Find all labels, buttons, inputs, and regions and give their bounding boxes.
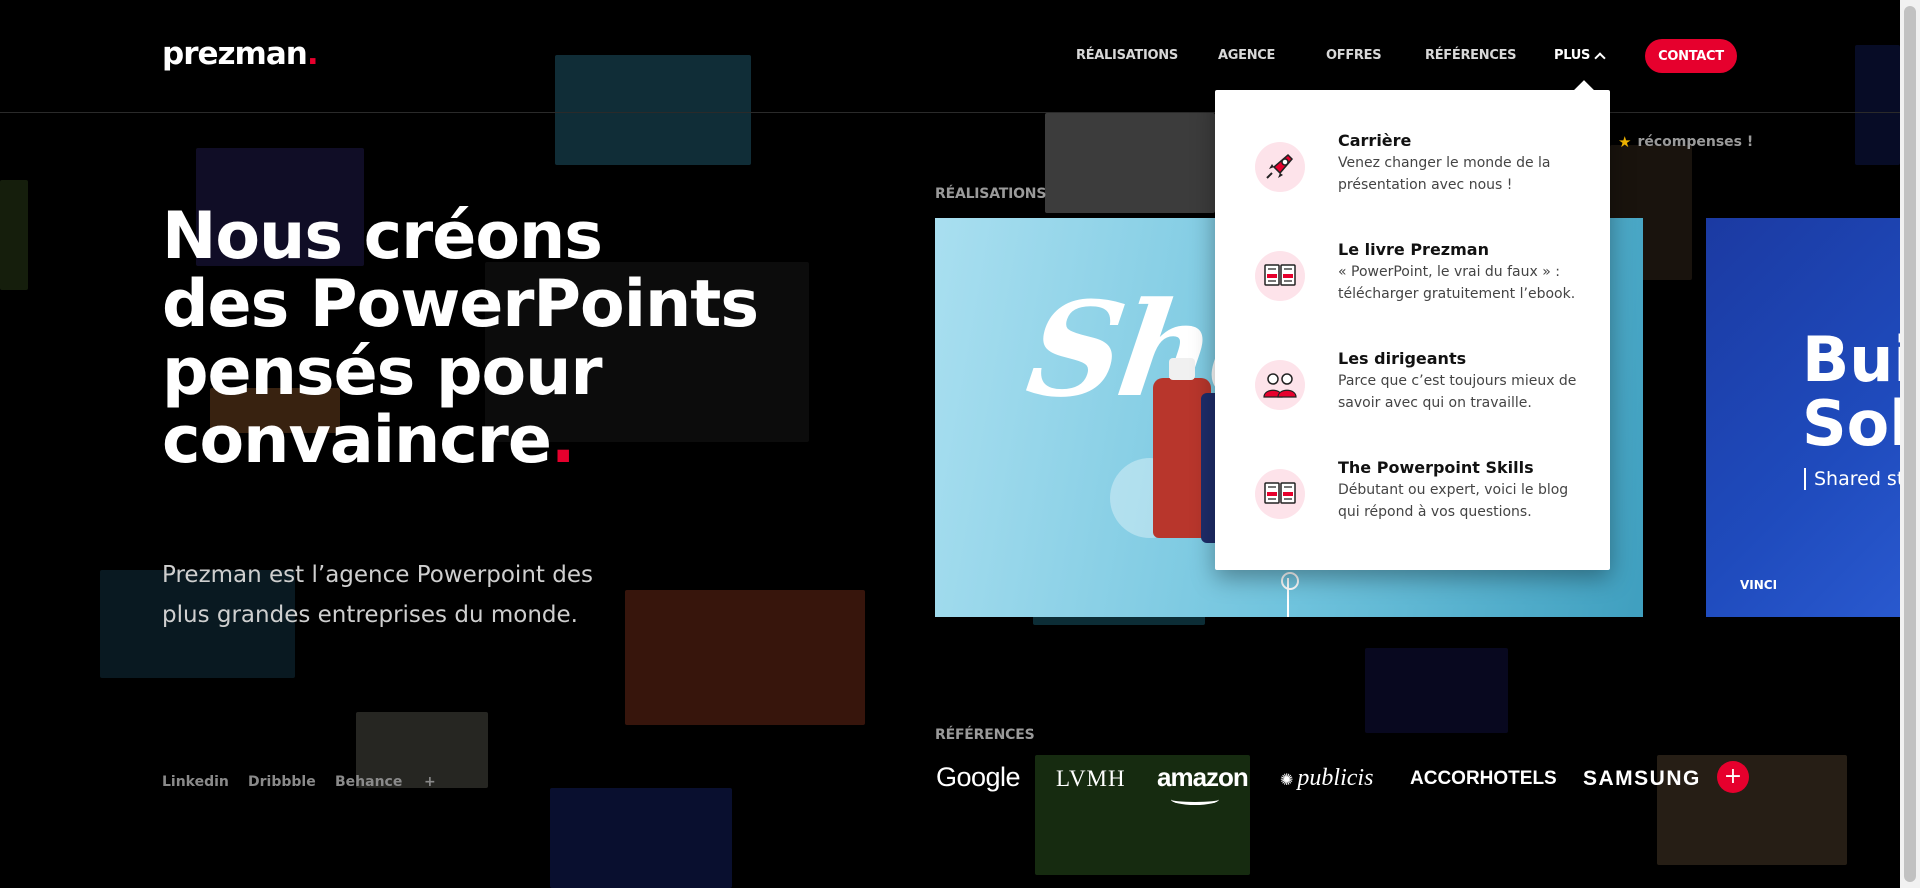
menu-item-desc-line: « PowerPoint, le vrai du faux » : xyxy=(1338,264,1560,280)
logo[interactable]: prezman. xyxy=(162,36,319,72)
menu-item-livre-prezman[interactable]: Le livre Prezman « PowerPoint, le vrai d… xyxy=(1255,239,1585,329)
bg-thumbnail xyxy=(1045,113,1215,213)
menu-item-text: Carrière Venez changer le monde de la pré… xyxy=(1338,130,1551,220)
social-behance[interactable]: Behance xyxy=(335,774,402,790)
book-icon xyxy=(1255,469,1305,519)
menu-item-dirigeants[interactable]: Les dirigeants Parce que c’est toujours … xyxy=(1255,348,1585,438)
bg-thumbnail xyxy=(1365,648,1508,733)
menu-item-title: Les dirigeants xyxy=(1338,349,1467,368)
brand-logo-amazon: amazon xyxy=(1157,762,1249,805)
plus-dropdown-menu: Carrière Venez changer le monde de la pré… xyxy=(1215,90,1610,570)
scrollbar-thumb[interactable] xyxy=(1904,6,1916,882)
menu-item-desc-line: savoir avec qui on travaille. xyxy=(1338,395,1532,411)
menu-item-desc: Parce que c’est toujours mieux de savoir … xyxy=(1338,370,1576,414)
hero-title: Nous créons des PowerPoints pensés pour … xyxy=(162,199,759,475)
brand-logo-lvmh: LVMH xyxy=(1056,766,1126,791)
contact-button[interactable]: CONTACT xyxy=(1645,39,1737,73)
menu-item-desc-line: présentation avec nous ! xyxy=(1338,177,1513,193)
bg-thumbnail xyxy=(0,180,28,290)
nav-agence[interactable]: AGENCE xyxy=(1218,48,1275,63)
menu-item-title: Le livre Prezman xyxy=(1338,240,1489,259)
realisations-label: RÉALISATIONS xyxy=(935,186,1047,202)
menu-item-carriere[interactable]: Carrière Venez changer le monde de la pré… xyxy=(1255,130,1585,220)
menu-item-title: The Powerpoint Skills xyxy=(1338,458,1534,477)
brand-logo-accorhotels: ACCORHOTELS xyxy=(1410,768,1557,789)
bg-thumbnail xyxy=(555,55,751,165)
awards-label: récompenses ! xyxy=(1637,134,1754,150)
logo-dot: . xyxy=(306,36,319,72)
menu-item-desc-line: Parce que c’est toujours mieux de xyxy=(1338,373,1577,389)
card-subtitle: Shared st xyxy=(1804,468,1904,490)
nav-offres[interactable]: OFFRES xyxy=(1326,48,1382,63)
menu-item-desc-line: télécharger gratuitement l’ebook. xyxy=(1338,286,1576,302)
card-brand-logo: VINCI xyxy=(1740,578,1778,592)
hero-line: convaincre xyxy=(162,403,552,478)
hero-line: des PowerPoints xyxy=(162,267,759,342)
awards-link[interactable]: ★ récompenses ! xyxy=(1618,133,1753,151)
menu-item-title: Carrière xyxy=(1338,131,1412,150)
card-title-line: Bui xyxy=(1802,323,1915,396)
menu-item-text: Le livre Prezman « PowerPoint, le vrai d… xyxy=(1338,239,1575,329)
bg-thumbnail xyxy=(550,788,732,888)
hero-dot: . xyxy=(550,403,576,478)
hero-line: Nous créons xyxy=(162,199,603,274)
bg-thumbnail xyxy=(1855,45,1900,165)
social-linkedin[interactable]: Linkedin xyxy=(162,774,229,790)
brand-logo-samsung: SAMSUNG xyxy=(1583,767,1701,790)
star-icon: ★ xyxy=(1618,133,1632,151)
chevron-up-icon xyxy=(1594,51,1606,64)
realisation-card[interactable]: Bui Sol Shared st VINCI xyxy=(1706,218,1920,617)
social-dribbble[interactable]: Dribbble xyxy=(248,774,316,790)
scrollbar[interactable] xyxy=(1900,0,1920,888)
nav-references[interactable]: RÉFÉRENCES xyxy=(1425,48,1517,63)
card-title: Bui Sol xyxy=(1802,328,1915,456)
menu-item-desc: Venez changer le monde de la présentation… xyxy=(1338,152,1551,196)
references-label: RÉFÉRENCES xyxy=(935,727,1035,743)
hero-line: pensés pour xyxy=(162,335,603,410)
page: prezman. RÉALISATIONS AGENCE OFFRES RÉFÉ… xyxy=(0,0,1920,888)
team-icon xyxy=(1255,360,1305,410)
brand-logo-publicis: publicis xyxy=(1280,765,1373,792)
header-divider xyxy=(0,112,1920,113)
nav-plus-label: PLUS xyxy=(1554,48,1591,63)
menu-item-desc: Débutant ou expert, voici le blog qui rép… xyxy=(1338,479,1568,523)
book-icon xyxy=(1255,251,1305,301)
rocket-icon xyxy=(1255,142,1305,192)
nav-realisations[interactable]: RÉALISATIONS xyxy=(1076,48,1178,63)
menu-item-desc-line: qui répond à vos questions. xyxy=(1338,504,1532,520)
menu-item-desc-line: Débutant ou expert, voici le blog xyxy=(1338,482,1569,498)
hero-line-last: convaincre. xyxy=(162,407,758,475)
social-more[interactable]: + xyxy=(424,774,436,790)
menu-item-desc: « PowerPoint, le vrai du faux » : télécha… xyxy=(1338,261,1575,305)
bg-thumbnail xyxy=(625,590,865,725)
menu-item-desc-line: Venez changer le monde de la xyxy=(1338,155,1551,171)
hero-lead: Prezman est l’agence Powerpoint des plus… xyxy=(162,562,593,628)
brand-logo-google: Google xyxy=(936,762,1021,792)
nav-plus[interactable]: PLUS xyxy=(1554,48,1606,64)
slider-pin-icon[interactable] xyxy=(1281,572,1299,617)
menu-item-text: Les dirigeants Parce que c’est toujours … xyxy=(1338,348,1576,438)
more-references-button[interactable]: + xyxy=(1717,761,1749,793)
logo-text: prezman xyxy=(162,36,308,72)
menu-item-text: The Powerpoint Skills Débutant ou expert… xyxy=(1338,457,1568,547)
card-title-line: Sol xyxy=(1802,387,1911,460)
menu-item-powerpoint-skills[interactable]: The Powerpoint Skills Débutant ou expert… xyxy=(1255,457,1585,547)
